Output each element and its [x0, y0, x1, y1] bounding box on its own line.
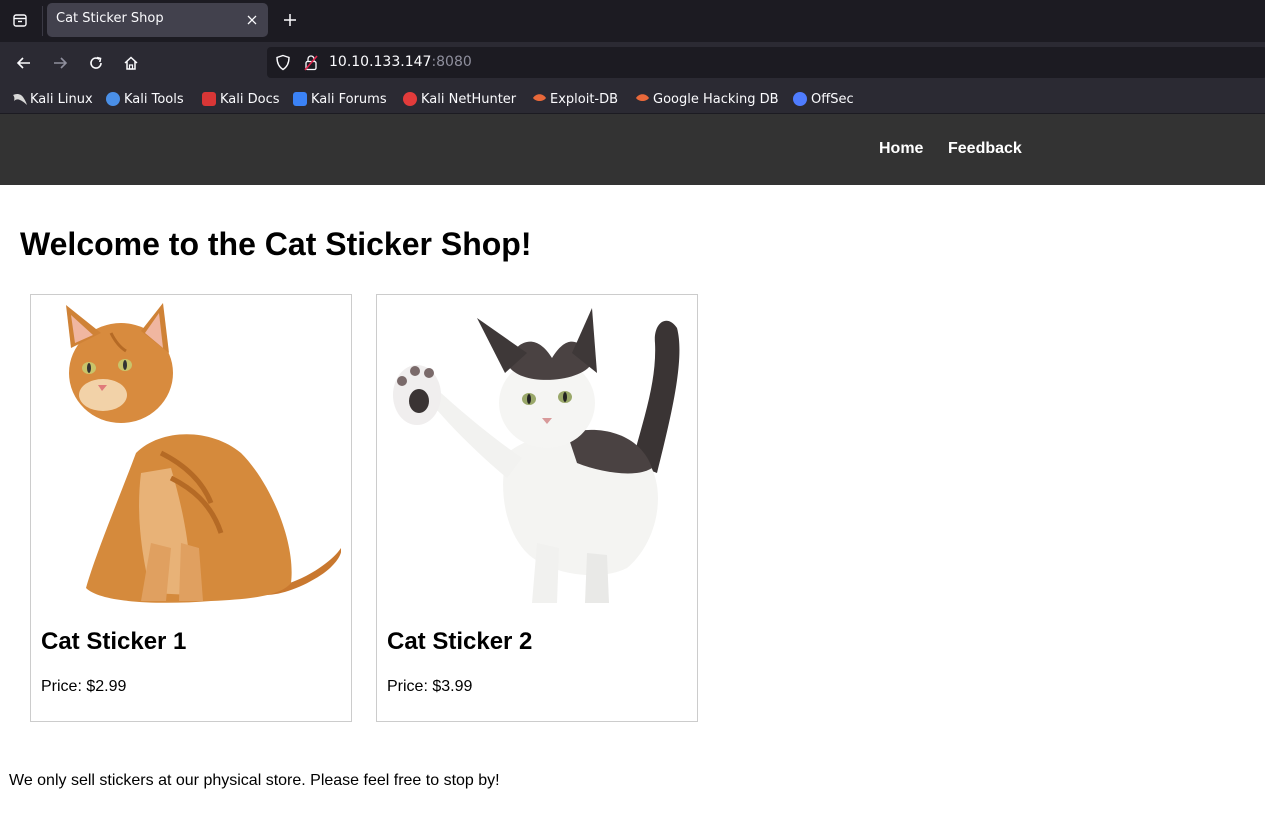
address-bar[interactable]: 10.10.133.147:8080	[267, 47, 1265, 78]
shield-icon[interactable]	[275, 54, 291, 75]
url-text[interactable]: 10.10.133.147:8080	[329, 54, 472, 70]
orange-tabby-cat-image	[66, 303, 341, 603]
bookmark-label: Exploit-DB	[550, 91, 619, 107]
url-port: :8080	[431, 54, 472, 70]
page-title: Welcome to the Cat Sticker Shop!	[20, 226, 532, 262]
tab-list-icon[interactable]	[6, 6, 34, 34]
white-grey-kitten-image	[393, 308, 680, 603]
back-arrow-icon[interactable]	[9, 48, 39, 78]
kali-nethunter-icon	[403, 92, 417, 106]
bookmark-kali-tools[interactable]: Kali Tools	[106, 89, 184, 109]
bookmarks-toolbar: Kali Linux Kali Tools Kali Docs Kali For…	[0, 84, 1265, 114]
ghdb-icon	[635, 92, 649, 106]
bookmark-kali-forums[interactable]: Kali Forums	[293, 89, 387, 109]
exploit-db-icon	[532, 92, 546, 106]
tab-title: Cat Sticker Shop	[56, 11, 164, 26]
product-name: Cat Sticker 1	[41, 628, 187, 655]
insecure-lock-icon[interactable]	[303, 54, 319, 75]
bookmark-label: OffSec	[811, 91, 854, 107]
nav-link-feedback[interactable]: Feedback	[948, 140, 1022, 158]
bookmark-label: Kali Forums	[311, 91, 387, 107]
close-icon[interactable]	[242, 10, 262, 30]
navigation-toolbar: 10.10.133.147:8080	[0, 42, 1265, 84]
kali-forums-icon	[293, 92, 307, 106]
bookmark-kali-nethunter[interactable]: Kali NetHunter	[403, 89, 516, 109]
new-tab-plus-icon[interactable]	[276, 6, 304, 34]
bookmark-label: Kali Tools	[124, 91, 184, 107]
url-host: 10.10.133.147	[329, 54, 432, 70]
tab-bar: Cat Sticker Shop	[0, 0, 1265, 42]
store-note: We only sell stickers at our physical st…	[9, 772, 500, 789]
bookmark-kali-docs[interactable]: Kali Docs	[202, 89, 280, 109]
reload-icon[interactable]	[81, 48, 111, 78]
bookmark-label: Kali NetHunter	[421, 91, 517, 107]
bookmark-label: Kali Linux	[30, 91, 93, 107]
home-icon[interactable]	[116, 48, 146, 78]
product-price: Price: $3.99	[387, 678, 473, 695]
nav-link-home[interactable]: Home	[879, 140, 923, 158]
kali-dragon-icon	[12, 92, 27, 106]
bookmark-label: Google Hacking DB	[653, 91, 779, 107]
bookmark-label: Kali Docs	[220, 91, 280, 107]
bookmark-kali-linux[interactable]: Kali Linux	[12, 89, 93, 109]
forward-arrow-icon[interactable]	[45, 48, 75, 78]
site-header: Home Feedback	[0, 114, 1265, 185]
product-price: Price: $2.99	[41, 678, 127, 695]
offsec-icon	[793, 92, 807, 106]
bookmark-offsec[interactable]: OffSec	[793, 89, 854, 109]
product-card: Cat Sticker 2 Price: $3.99	[376, 294, 698, 722]
bookmark-google-hacking-db[interactable]: Google Hacking DB	[635, 89, 779, 109]
bookmark-exploit-db[interactable]: Exploit-DB	[532, 89, 618, 109]
tab-active[interactable]: Cat Sticker Shop	[47, 3, 268, 37]
product-name: Cat Sticker 2	[387, 628, 533, 655]
tab-divider	[42, 6, 43, 36]
kali-tools-icon	[106, 92, 120, 106]
product-card: Cat Sticker 1 Price: $2.99	[30, 294, 352, 722]
kali-docs-icon	[202, 92, 216, 106]
